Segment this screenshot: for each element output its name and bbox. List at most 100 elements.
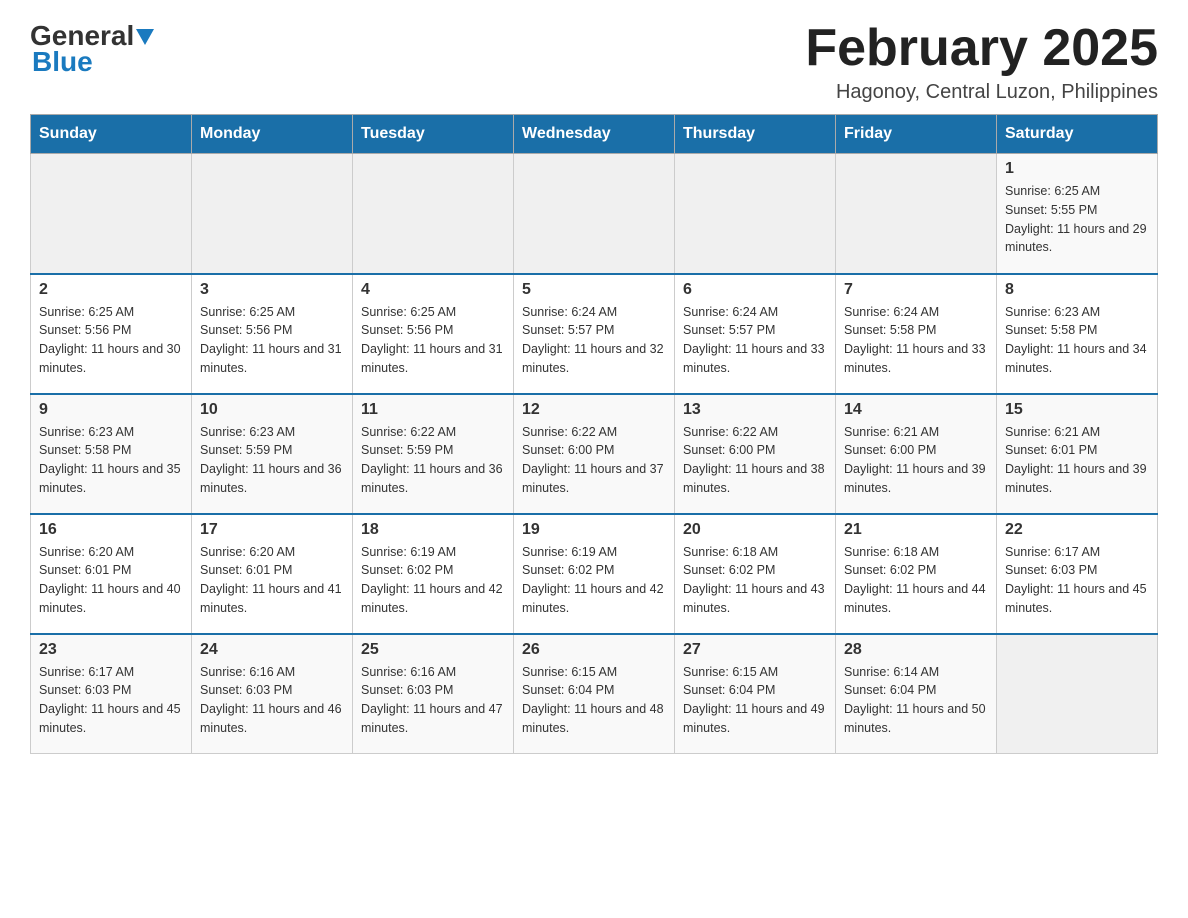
day-number: 7	[844, 281, 988, 299]
day-info: Sunrise: 6:25 AM Sunset: 5:55 PM Dayligh…	[1005, 184, 1147, 254]
calendar-week-row: 1 Sunrise: 6:25 AM Sunset: 5:55 PM Daylig…	[31, 154, 1158, 274]
day-number: 25	[361, 641, 505, 659]
day-number: 12	[522, 401, 666, 419]
day-info: Sunrise: 6:21 AM Sunset: 6:00 PM Dayligh…	[844, 425, 986, 495]
calendar-cell: 28 Sunrise: 6:14 AM Sunset: 6:04 PM Dayli…	[836, 634, 997, 754]
day-number: 28	[844, 641, 988, 659]
day-number: 4	[361, 281, 505, 299]
day-info: Sunrise: 6:16 AM Sunset: 6:03 PM Dayligh…	[200, 665, 342, 735]
day-number: 2	[39, 281, 183, 299]
calendar-cell: 27 Sunrise: 6:15 AM Sunset: 6:04 PM Dayli…	[675, 634, 836, 754]
day-info: Sunrise: 6:17 AM Sunset: 6:03 PM Dayligh…	[39, 665, 181, 735]
day-info: Sunrise: 6:20 AM Sunset: 6:01 PM Dayligh…	[39, 545, 181, 615]
calendar-cell	[514, 154, 675, 274]
day-info: Sunrise: 6:22 AM Sunset: 5:59 PM Dayligh…	[361, 425, 503, 495]
calendar-cell: 14Sunrise: 6:21 AM Sunset: 6:00 PM Dayli…	[836, 394, 997, 514]
day-info: Sunrise: 6:22 AM Sunset: 6:00 PM Dayligh…	[683, 425, 825, 495]
day-info: Sunrise: 6:17 AM Sunset: 6:03 PM Dayligh…	[1005, 545, 1147, 615]
calendar-cell: 11 Sunrise: 6:22 AM Sunset: 5:59 PM Dayli…	[353, 394, 514, 514]
day-number: 11	[361, 401, 505, 419]
calendar-cell: 6 Sunrise: 6:24 AM Sunset: 5:57 PM Daylig…	[675, 274, 836, 394]
day-number: 1	[1005, 160, 1149, 178]
day-info: Sunrise: 6:14 AM Sunset: 6:04 PM Dayligh…	[844, 665, 986, 735]
day-number: 8	[1005, 281, 1149, 299]
page-header: General Blue February 2025 Hagonoy, Cent…	[30, 20, 1158, 104]
calendar-cell: 2 Sunrise: 6:25 AM Sunset: 5:56 PM Daylig…	[31, 274, 192, 394]
day-info: Sunrise: 6:19 AM Sunset: 6:02 PM Dayligh…	[522, 545, 664, 615]
day-info: Sunrise: 6:22 AM Sunset: 6:00 PM Dayligh…	[522, 425, 664, 495]
day-number: 27	[683, 641, 827, 659]
calendar-cell: 16Sunrise: 6:20 AM Sunset: 6:01 PM Dayli…	[31, 514, 192, 634]
day-info: Sunrise: 6:20 AM Sunset: 6:01 PM Dayligh…	[200, 545, 342, 615]
day-number: 18	[361, 521, 505, 539]
day-header-monday: Monday	[192, 115, 353, 154]
day-number: 6	[683, 281, 827, 299]
calendar-week-row: 2 Sunrise: 6:25 AM Sunset: 5:56 PM Daylig…	[31, 274, 1158, 394]
day-info: Sunrise: 6:24 AM Sunset: 5:58 PM Dayligh…	[844, 305, 986, 375]
day-info: Sunrise: 6:19 AM Sunset: 6:02 PM Dayligh…	[361, 545, 503, 615]
calendar-cell: 15 Sunrise: 6:21 AM Sunset: 6:01 PM Dayli…	[997, 394, 1158, 514]
day-header-tuesday: Tuesday	[353, 115, 514, 154]
day-number: 9	[39, 401, 183, 419]
day-info: Sunrise: 6:23 AM Sunset: 5:59 PM Dayligh…	[200, 425, 342, 495]
calendar-cell	[192, 154, 353, 274]
day-header-wednesday: Wednesday	[514, 115, 675, 154]
day-info: Sunrise: 6:23 AM Sunset: 5:58 PM Dayligh…	[39, 425, 181, 495]
calendar-cell: 20Sunrise: 6:18 AM Sunset: 6:02 PM Dayli…	[675, 514, 836, 634]
day-info: Sunrise: 6:25 AM Sunset: 5:56 PM Dayligh…	[39, 305, 181, 375]
day-info: Sunrise: 6:21 AM Sunset: 6:01 PM Dayligh…	[1005, 425, 1147, 495]
day-number: 19	[522, 521, 666, 539]
calendar-cell: 5 Sunrise: 6:24 AM Sunset: 5:57 PM Daylig…	[514, 274, 675, 394]
day-number: 5	[522, 281, 666, 299]
calendar-header-row: SundayMondayTuesdayWednesdayThursdayFrid…	[31, 115, 1158, 154]
logo-blue-text: Blue	[32, 46, 93, 77]
day-header-friday: Friday	[836, 115, 997, 154]
day-info: Sunrise: 6:18 AM Sunset: 6:02 PM Dayligh…	[683, 545, 825, 615]
calendar-cell: 3Sunrise: 6:25 AM Sunset: 5:56 PM Daylig…	[192, 274, 353, 394]
day-header-thursday: Thursday	[675, 115, 836, 154]
day-number: 17	[200, 521, 344, 539]
calendar-cell	[31, 154, 192, 274]
calendar-cell: 21 Sunrise: 6:18 AM Sunset: 6:02 PM Dayli…	[836, 514, 997, 634]
day-info: Sunrise: 6:25 AM Sunset: 5:56 PM Dayligh…	[361, 305, 503, 375]
day-info: Sunrise: 6:24 AM Sunset: 5:57 PM Dayligh…	[683, 305, 825, 375]
day-info: Sunrise: 6:24 AM Sunset: 5:57 PM Dayligh…	[522, 305, 664, 375]
calendar-cell: 12 Sunrise: 6:22 AM Sunset: 6:00 PM Dayli…	[514, 394, 675, 514]
calendar-cell: 13 Sunrise: 6:22 AM Sunset: 6:00 PM Dayli…	[675, 394, 836, 514]
day-info: Sunrise: 6:23 AM Sunset: 5:58 PM Dayligh…	[1005, 305, 1147, 375]
calendar-cell: 18 Sunrise: 6:19 AM Sunset: 6:02 PM Dayli…	[353, 514, 514, 634]
day-header-sunday: Sunday	[31, 115, 192, 154]
calendar-cell	[675, 154, 836, 274]
day-info: Sunrise: 6:15 AM Sunset: 6:04 PM Dayligh…	[683, 665, 825, 735]
day-number: 26	[522, 641, 666, 659]
page-title: February 2025	[805, 20, 1158, 77]
calendar-cell: 4 Sunrise: 6:25 AM Sunset: 5:56 PM Daylig…	[353, 274, 514, 394]
calendar-week-row: 9 Sunrise: 6:23 AM Sunset: 5:58 PM Daylig…	[31, 394, 1158, 514]
calendar-cell: 7 Sunrise: 6:24 AM Sunset: 5:58 PM Daylig…	[836, 274, 997, 394]
page-subtitle: Hagonoy, Central Luzon, Philippines	[805, 81, 1158, 104]
calendar-week-row: 16Sunrise: 6:20 AM Sunset: 6:01 PM Dayli…	[31, 514, 1158, 634]
calendar-cell: 1 Sunrise: 6:25 AM Sunset: 5:55 PM Daylig…	[997, 154, 1158, 274]
day-number: 13	[683, 401, 827, 419]
logo: General Blue	[30, 20, 156, 78]
day-number: 15	[1005, 401, 1149, 419]
calendar-cell	[836, 154, 997, 274]
calendar-cell: 24Sunrise: 6:16 AM Sunset: 6:03 PM Dayli…	[192, 634, 353, 754]
calendar-cell: 22Sunrise: 6:17 AM Sunset: 6:03 PM Dayli…	[997, 514, 1158, 634]
logo-triangle-icon	[136, 20, 154, 52]
calendar-week-row: 23 Sunrise: 6:17 AM Sunset: 6:03 PM Dayli…	[31, 634, 1158, 754]
day-header-saturday: Saturday	[997, 115, 1158, 154]
calendar-cell: 10Sunrise: 6:23 AM Sunset: 5:59 PM Dayli…	[192, 394, 353, 514]
title-block: February 2025 Hagonoy, Central Luzon, Ph…	[805, 20, 1158, 104]
day-info: Sunrise: 6:25 AM Sunset: 5:56 PM Dayligh…	[200, 305, 342, 375]
day-number: 23	[39, 641, 183, 659]
calendar-cell: 9 Sunrise: 6:23 AM Sunset: 5:58 PM Daylig…	[31, 394, 192, 514]
calendar-cell: 26Sunrise: 6:15 AM Sunset: 6:04 PM Dayli…	[514, 634, 675, 754]
calendar-cell	[353, 154, 514, 274]
day-number: 21	[844, 521, 988, 539]
calendar-cell: 8 Sunrise: 6:23 AM Sunset: 5:58 PM Daylig…	[997, 274, 1158, 394]
day-info: Sunrise: 6:18 AM Sunset: 6:02 PM Dayligh…	[844, 545, 986, 615]
calendar-cell: 25Sunrise: 6:16 AM Sunset: 6:03 PM Dayli…	[353, 634, 514, 754]
calendar-cell: 23 Sunrise: 6:17 AM Sunset: 6:03 PM Dayli…	[31, 634, 192, 754]
calendar-cell: 17 Sunrise: 6:20 AM Sunset: 6:01 PM Dayli…	[192, 514, 353, 634]
